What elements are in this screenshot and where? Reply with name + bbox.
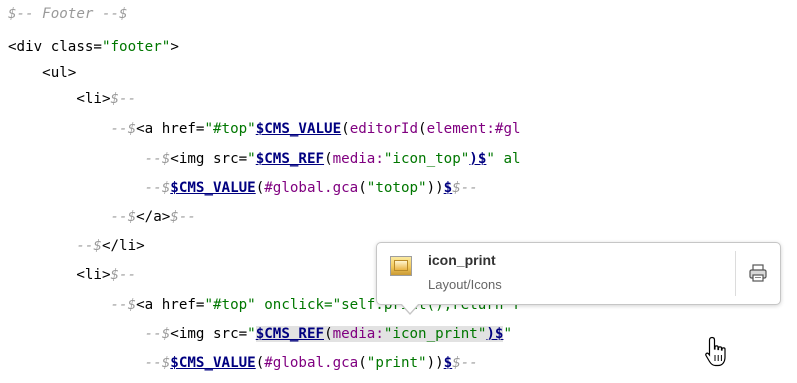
code-token: #global.gca [264,355,359,371]
code-token: <a href= [136,297,205,313]
code-token: <li> [8,91,111,107]
code-token: "footer" [101,39,171,55]
code-token: editorId [349,121,419,137]
code-token: $-- [452,180,478,196]
code-token: <img src= [170,151,248,167]
code-token: " [247,151,256,167]
code-token: media: [332,326,384,342]
image-thumbnail-icon [390,256,412,276]
code-token: $CMS_VALUE [255,121,342,137]
code-token: "#top" [204,297,256,313]
code-token: ( [341,121,350,137]
code-token: --$ [8,326,171,342]
code-token: " [503,326,512,342]
code-token: #global.gca [264,180,359,196]
code-token: ( [255,180,265,196]
code-line[interactable]: --$</a>$-- [8,204,196,230]
code-token: $CMS_VALUE [170,180,256,196]
code-token: )) [426,180,444,196]
code-token: $-- [110,91,137,107]
code-line[interactable]: --$$CMS_VALUE(#global.gca("print"))$$-- [8,350,478,376]
code-token: ( [418,121,427,137]
code-token: )$ [486,326,504,342]
code-token: ( [358,355,367,371]
divider [735,251,736,296]
code-line[interactable]: --$<img src="$CMS_REF(media:"icon_top")$… [8,146,521,172]
code-token: $-- [110,267,137,283]
code-token: $-- [452,355,478,371]
code-token: $ [443,180,453,196]
code-line[interactable]: --$<img src="$CMS_REF(media:"icon_print"… [8,321,512,347]
code-token: --$ [8,238,102,254]
code-line[interactable]: $-- Footer --$ [8,1,128,27]
code-token: " al [486,151,521,167]
media-name: icon_print [428,252,496,268]
code-token: "icon_print" [383,326,487,342]
code-editor[interactable]: $-- Footer --$ <div class="footer"> <ul> … [0,0,797,383]
code-token: ( [358,180,367,196]
code-token: ( [324,151,333,167]
code-token: ( [324,326,333,342]
media-folder-path: Layout/Icons [428,277,502,292]
code-token: media: [332,151,384,167]
code-token: <li> [8,267,111,283]
code-line[interactable]: <div class="footer"> [8,34,179,60]
code-token: $CMS_VALUE [170,355,256,371]
code-token: ( [255,355,265,371]
code-token: <a href= [136,121,205,137]
code-token: <img src= [170,326,248,342]
code-token: --$ [8,209,137,225]
code-token: $-- [170,209,196,225]
code-token: $ [443,355,453,371]
code-token: " [247,326,256,342]
code-token: </li> [101,238,145,254]
hand-pointer-cursor-icon [705,336,726,367]
code-token: )$ [469,151,487,167]
code-token: <div class= [8,39,102,55]
code-token: $CMS_REF [255,326,325,342]
code-line[interactable]: --$</li> [8,233,145,259]
code-token: <ul> [8,65,77,81]
code-token: "#top" [204,121,256,137]
code-token: $-- Footer --$ [8,6,128,22]
media-reference-tooltip[interactable]: icon_print Layout/Icons [376,242,781,315]
printer-icon[interactable] [748,263,768,283]
code-token: "print" [366,355,427,371]
code-line[interactable]: <ul> [8,60,76,86]
code-line[interactable]: --$<a href="#top"$CMS_VALUE(editorId(ele… [8,116,521,142]
code-token: --$ [8,151,171,167]
code-line[interactable]: --$$CMS_VALUE(#global.gca("totop"))$$-- [8,175,478,201]
code-token: --$ [8,297,137,313]
code-token: --$ [8,180,171,196]
code-token: </a> [136,209,171,225]
code-token: "icon_top" [383,151,470,167]
code-token: $CMS_REF [255,151,325,167]
code-token: element:#gl [426,121,521,137]
code-token: > [170,39,179,55]
code-line[interactable]: <li>$-- [8,86,136,112]
code-token: --$ [8,355,171,371]
code-token: --$ [8,121,137,137]
code-token: "totop" [366,180,427,196]
code-token: )) [426,355,444,371]
code-line[interactable]: <li>$-- [8,262,136,288]
